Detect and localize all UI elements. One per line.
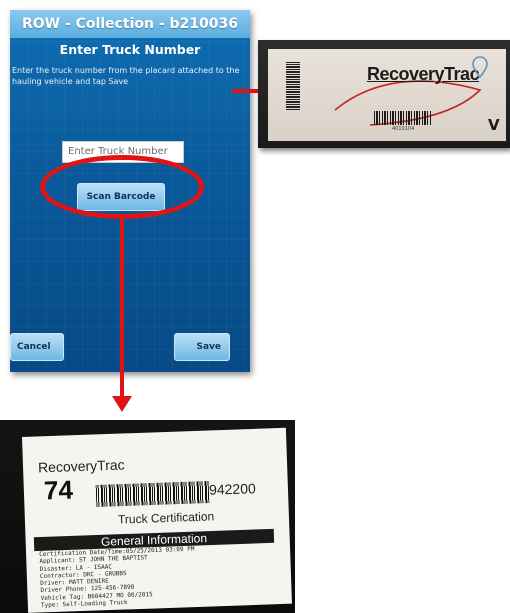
highlight-ellipse bbox=[40, 155, 204, 219]
receipt-details: Certification Date/Time:05/25/2013 03:09… bbox=[39, 543, 271, 609]
receipt-barcode-icon bbox=[95, 481, 210, 507]
page-heading: Enter Truck Number bbox=[59, 42, 201, 57]
arrow-to-receipt-head bbox=[112, 396, 132, 412]
arrow-to-receipt-shaft bbox=[120, 218, 124, 400]
instruction-text: Enter the truck number from the placard … bbox=[12, 66, 240, 86]
receipt-truck-number: 74 bbox=[43, 474, 74, 506]
placard-logo: RecoveryTrac bbox=[367, 64, 480, 84]
app-titlebar: ROW - Collection - b210036 bbox=[10, 10, 250, 38]
placard-barcode-number: 4010104 bbox=[392, 126, 415, 132]
vertical-barcode-icon bbox=[286, 62, 300, 110]
receipt-barcode-text: 942200 bbox=[208, 480, 256, 498]
cancel-button[interactable]: Cancel bbox=[10, 333, 64, 361]
placard-barcode-icon bbox=[374, 111, 432, 125]
receipt-brand: RecoveryTrac bbox=[37, 456, 125, 476]
location-pin-icon bbox=[472, 56, 488, 78]
placard-corner-letter: V bbox=[488, 116, 500, 134]
save-button[interactable]: Save bbox=[174, 333, 230, 361]
